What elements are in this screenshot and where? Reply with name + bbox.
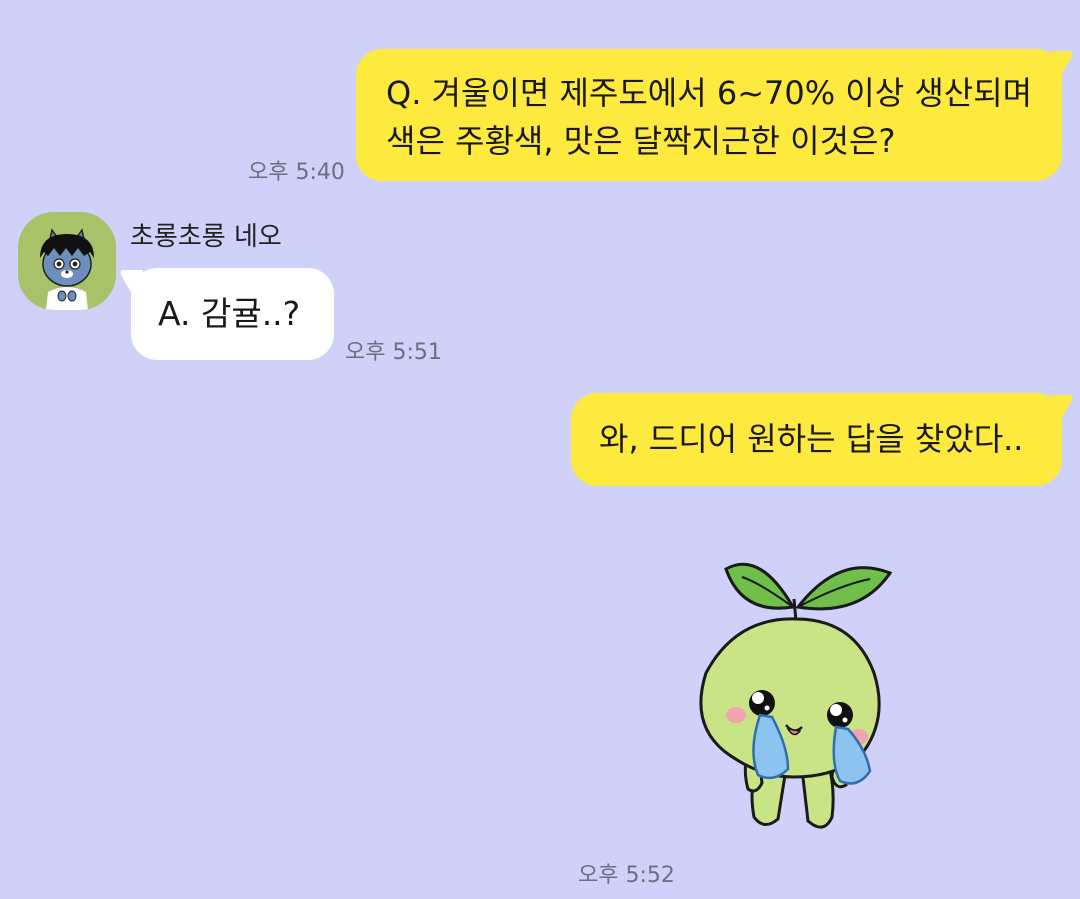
message-text-line: Q. 겨울이면 제주도에서 6~70% 이상 생산되며 [386, 74, 1033, 112]
message-text-line: A. 감귤..? [158, 294, 301, 333]
message-timestamp: 오후 5:51 [345, 340, 442, 365]
my-message-bubble[interactable]: Q. 겨울이면 제주도에서 6~70% 이상 생산되며 색은 주황색, 맛은 달… [356, 49, 1062, 181]
their-message-bubble[interactable]: A. 감귤..? [131, 268, 334, 360]
my-message-bubble[interactable]: 와, 드디어 원하는 답을 찾았다.. [571, 393, 1062, 486]
crying-sprout-sticker-icon[interactable] [690, 555, 900, 845]
message-text-line: 와, 드디어 원하는 답을 찾았다.. [599, 420, 1024, 458]
chat-room: 오후 5:40 Q. 겨울이면 제주도에서 6~70% 이상 생산되며 색은 주… [0, 0, 1080, 899]
message-timestamp: 오후 5:52 [578, 863, 675, 888]
message-text-line: 색은 주황색, 맛은 달짝지근한 이것은? [386, 122, 896, 160]
sender-name: 초롱초롱 네오 [130, 222, 282, 252]
message-timestamp: 오후 5:40 [248, 160, 345, 185]
neo-character-avatar-icon[interactable] [18, 212, 116, 310]
